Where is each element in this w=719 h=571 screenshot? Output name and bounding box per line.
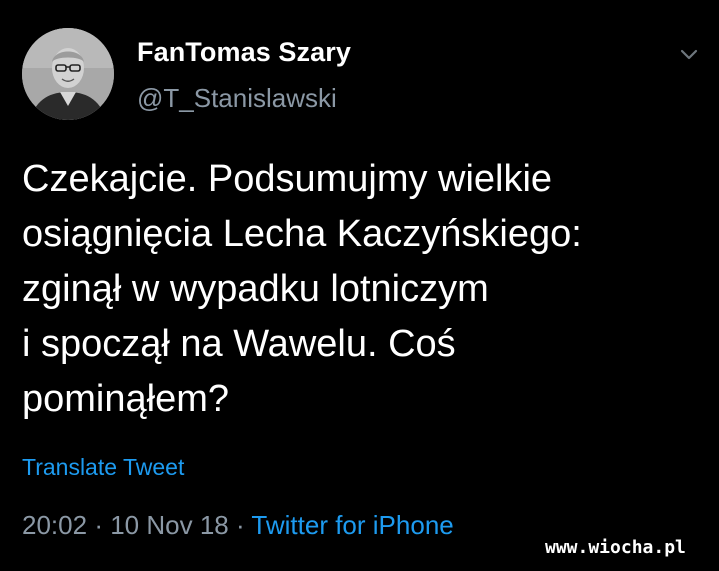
tweet-text-line: zginął w wypadku lotniczym	[22, 268, 489, 310]
tweet-text-line: i spoczął na Wawelu. Coś	[22, 323, 456, 365]
tweet-text-line: pominąłem?	[22, 378, 229, 420]
meta-separator: ·	[94, 510, 103, 540]
meta-separator: ·	[235, 510, 245, 540]
author-handle[interactable]: @T_Stanislawski	[137, 83, 337, 114]
tweet-date[interactable]: 10 Nov 18	[110, 510, 229, 540]
tweet-source-link[interactable]: Twitter for iPhone	[251, 510, 453, 540]
tweet-metadata: 20:02 · 10 Nov 18 · Twitter for iPhone	[22, 510, 454, 541]
tweet-text: Czekajcie. Podsumujmy wielkie osiągnięci…	[22, 152, 712, 427]
translate-tweet-link[interactable]: Translate Tweet	[22, 454, 184, 481]
author-display-name[interactable]: FanTomas Szary	[137, 37, 351, 68]
tweet-text-line: osiągnięcia Lecha Kaczyńskiego:	[22, 213, 582, 255]
tweet-time[interactable]: 20:02	[22, 510, 87, 540]
tweet-text-line: Czekajcie. Podsumujmy wielkie	[22, 158, 553, 200]
chevron-down-icon	[680, 49, 698, 60]
tweet-menu-button[interactable]	[676, 44, 702, 64]
watermark: www.wiocha.pl	[545, 537, 686, 558]
profile-photo-icon	[22, 28, 114, 120]
avatar[interactable]	[22, 28, 114, 120]
